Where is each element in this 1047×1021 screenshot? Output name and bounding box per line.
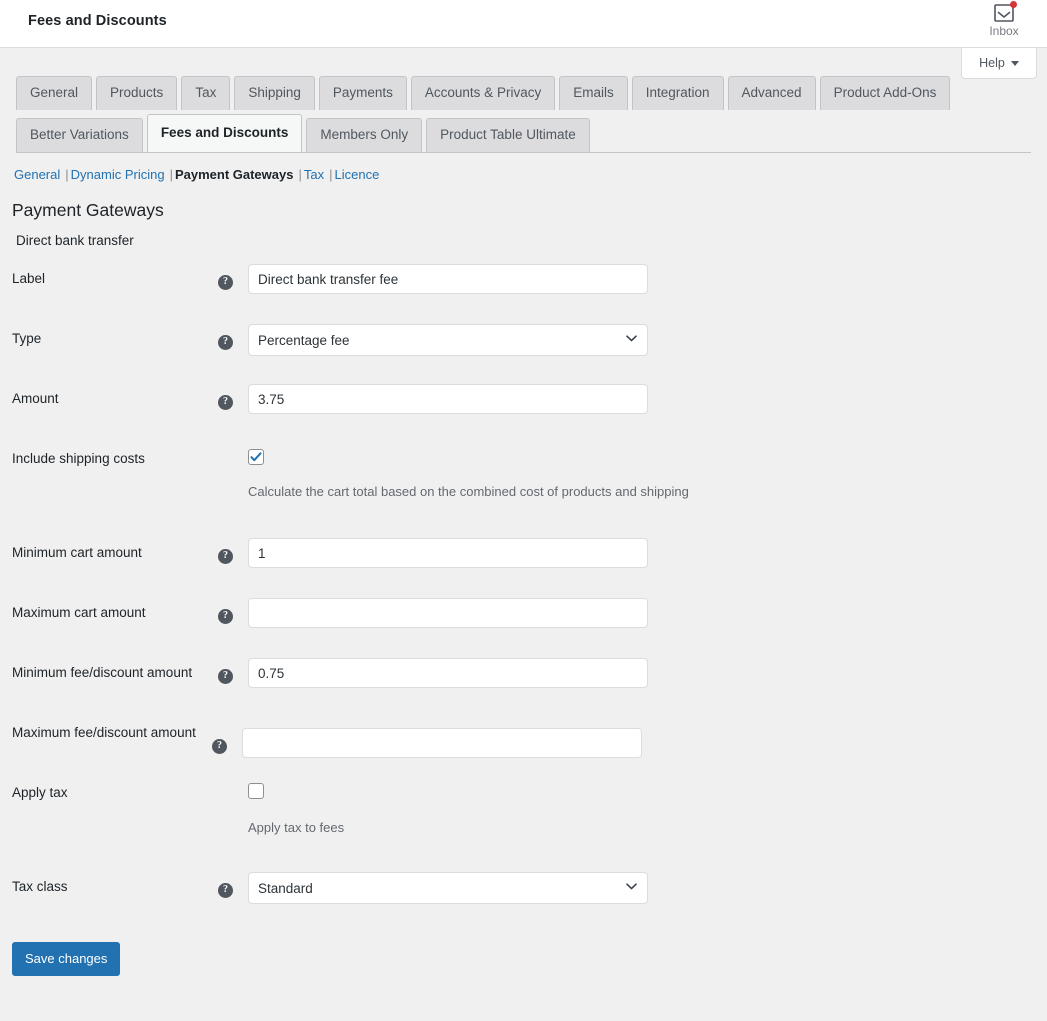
inbox-tray-icon (993, 1, 1017, 23)
tab-product-table-ultimate[interactable]: Product Table Ultimate (426, 118, 590, 152)
field-row-include-shipping: Include shipping costs Calculate the car… (0, 442, 1047, 536)
field-row-type: Type ? Percentage fee (0, 322, 1047, 382)
notification-dot (1010, 1, 1017, 8)
field-row-amount: Amount ? (0, 382, 1047, 442)
form-actions: Save changes (0, 930, 1047, 976)
include-shipping-checkbox[interactable] (248, 449, 264, 465)
inbox-label: Inbox (989, 24, 1019, 38)
field-row-min-fee: Minimum fee/discount amount ? (0, 656, 1047, 716)
apply-tax-description: Apply tax to fees (248, 820, 345, 835)
subnav-item-licence[interactable]: Licence (334, 167, 379, 182)
help-button[interactable]: Help (961, 48, 1037, 79)
apply-tax-field-label: Apply tax (12, 785, 68, 800)
tab-row-primary: General Products Tax Shipping Payments A… (16, 76, 1031, 110)
help-tip-icon[interactable]: ? (212, 738, 227, 754)
tab-product-add-ons[interactable]: Product Add-Ons (819, 76, 951, 110)
field-row-max-cart: Maximum cart amount ? (0, 596, 1047, 656)
apply-tax-checkbox[interactable] (248, 783, 264, 799)
tab-fees-and-discounts[interactable]: Fees and Discounts (146, 114, 303, 152)
help-tip-icon[interactable]: ? (218, 608, 233, 624)
tax-class-field-label: Tax class (12, 879, 68, 894)
subnav-item-tax[interactable]: Tax (304, 167, 324, 182)
settings-tab-bar: General Products Tax Shipping Payments A… (0, 48, 1047, 152)
tab-shipping[interactable]: Shipping (234, 76, 315, 110)
amount-field-label: Amount (12, 391, 59, 406)
include-shipping-field-label: Include shipping costs (12, 451, 145, 466)
min-cart-input[interactable] (248, 538, 648, 568)
tax-class-select[interactable]: Standard (248, 872, 648, 904)
field-row-max-fee: Maximum fee/discount amount ? (0, 716, 1047, 776)
chevron-down-icon (1010, 60, 1019, 66)
tab-accounts-privacy[interactable]: Accounts & Privacy (410, 76, 556, 110)
min-fee-input[interactable] (248, 658, 648, 688)
subnav-separator: | (329, 167, 333, 182)
tab-row-secondary: Better Variations Fees and Discounts Mem… (16, 114, 1031, 152)
tab-advanced[interactable]: Advanced (727, 76, 816, 110)
field-row-tax-class: Tax class ? Standard (0, 870, 1047, 930)
subnav-separator: | (169, 167, 173, 182)
subnav: General | Dynamic Pricing | Payment Gateways… (0, 153, 1047, 184)
tab-better-variations[interactable]: Better Variations (16, 118, 143, 152)
tab-general[interactable]: General (16, 76, 93, 110)
help-tip-icon[interactable]: ? (218, 548, 233, 564)
type-field-label: Type (12, 331, 42, 346)
field-row-min-cart: Minimum cart amount ? (0, 536, 1047, 596)
tab-payments[interactable]: Payments (318, 76, 407, 110)
checkmark-icon (250, 452, 262, 462)
settings-form: Label ? Type ? Percentage fee Amount ? (0, 248, 1047, 976)
tab-integration[interactable]: Integration (631, 76, 724, 110)
help-tip-icon[interactable]: ? (218, 668, 233, 684)
inbox-button[interactable]: Inbox (973, 1, 1035, 38)
subnav-separator: | (65, 167, 69, 182)
tax-class-select-value[interactable]: Standard (248, 872, 648, 904)
section-heading: Payment Gateways (12, 200, 164, 220)
max-cart-input[interactable] (248, 598, 648, 628)
top-header-bar: Fees and Discounts Inbox (0, 0, 1047, 48)
help-tip-icon[interactable]: ? (218, 882, 233, 898)
subnav-separator: | (298, 167, 302, 182)
gateway-subtitle: Direct bank transfer (16, 233, 134, 248)
help-button-label: Help (979, 56, 1005, 70)
tab-emails[interactable]: Emails (559, 76, 628, 110)
type-select-value[interactable]: Percentage fee (248, 324, 648, 356)
tab-products[interactable]: Products (96, 76, 178, 110)
amount-input[interactable] (248, 384, 648, 414)
label-input[interactable] (248, 264, 648, 294)
page-title: Fees and Discounts (28, 13, 167, 29)
label-field-label: Label (12, 271, 46, 286)
save-changes-button[interactable]: Save changes (12, 942, 121, 976)
min-cart-field-label: Minimum cart amount (12, 545, 142, 560)
tab-members-only[interactable]: Members Only (306, 118, 423, 152)
max-fee-input[interactable] (242, 728, 642, 758)
help-tip-icon[interactable]: ? (218, 274, 233, 290)
max-fee-field-label: Maximum fee/discount amount (12, 725, 196, 740)
min-fee-field-label: Minimum fee/discount amount (12, 665, 193, 680)
subnav-item-payment-gateways[interactable]: Payment Gateways (175, 167, 294, 182)
type-select[interactable]: Percentage fee (248, 324, 648, 356)
subnav-item-dynamic-pricing[interactable]: Dynamic Pricing (71, 167, 165, 182)
tab-tax[interactable]: Tax (181, 76, 231, 110)
field-row-apply-tax: Apply tax Apply tax to fees (0, 776, 1047, 870)
subnav-item-general[interactable]: General (14, 167, 60, 182)
help-tip-icon[interactable]: ? (218, 394, 233, 410)
include-shipping-description: Calculate the cart total based on the co… (248, 484, 689, 499)
max-cart-field-label: Maximum cart amount (12, 605, 146, 620)
field-row-label: Label ? (0, 262, 1047, 322)
help-tip-icon[interactable]: ? (218, 334, 233, 350)
